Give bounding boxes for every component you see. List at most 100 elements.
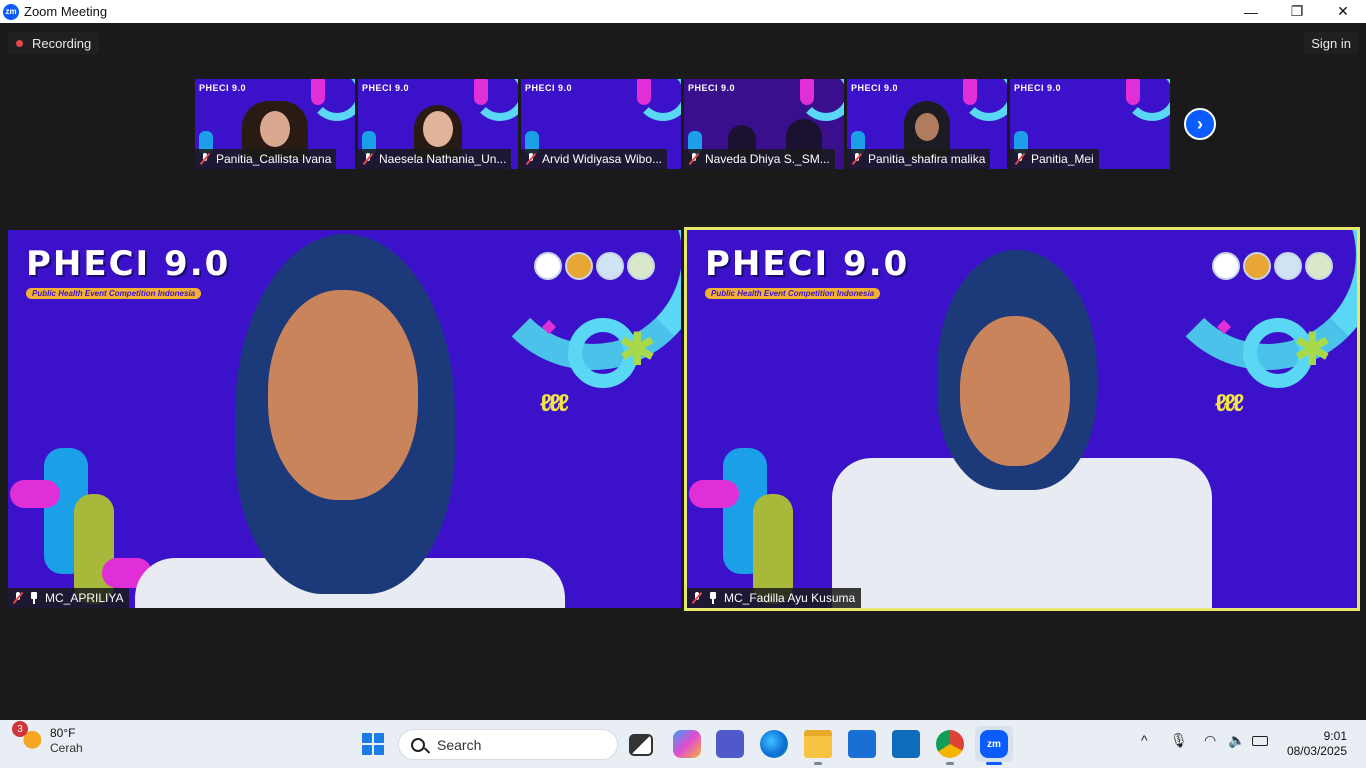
battery-icon[interactable] <box>1252 736 1268 746</box>
clock-date: 08/03/2025 <box>1286 744 1347 758</box>
taskbar-clock[interactable]: 9:01 08/03/2025 <box>1287 729 1347 759</box>
chevron-right-icon[interactable]: › <box>1184 108 1216 140</box>
participant-name-tag: MC_APRILIYA <box>8 588 130 608</box>
background-decoration <box>309 79 355 121</box>
weather-widget[interactable]: 3 80°F Cerah <box>12 721 83 756</box>
microsoft-store-icon[interactable] <box>848 730 876 758</box>
background-decoration: ✱ <box>1293 323 1332 375</box>
participant-name-tag: Naveda Dhiya S._SM... <box>684 149 835 169</box>
sign-in-button[interactable]: Sign in <box>1304 32 1358 54</box>
windows-start-icon[interactable] <box>362 733 384 755</box>
participant-name: Naesela Nathania_Un... <box>379 152 507 166</box>
running-indicator <box>946 762 954 765</box>
pheci-logo: PHECI 9.0 <box>1014 83 1062 93</box>
chrome-browser-icon[interactable] <box>936 730 964 758</box>
zoom-taskbar-icon[interactable]: zm <box>980 730 1008 758</box>
participant-thumbnail[interactable]: PHECI 9.0 Panitia_Mei <box>1010 79 1170 169</box>
edge-browser-icon[interactable] <box>760 730 788 758</box>
windows-taskbar: 3 80°F Cerah Search zm ^ 🎙 ◠ 🔈 9:01 08/0… <box>0 720 1366 768</box>
mic-muted-icon <box>688 153 700 165</box>
background-decoration: ℓℓℓ <box>540 390 569 417</box>
background-decoration <box>472 79 518 121</box>
pheci-logo: PHECI 9.0 <box>525 83 573 93</box>
mic-muted-icon <box>851 153 863 165</box>
window-controls: — ❐ ✕ <box>1228 0 1366 23</box>
window-title: Zoom Meeting <box>24 4 108 19</box>
recording-dot-icon <box>16 39 23 47</box>
mic-muted-icon <box>362 153 374 165</box>
notification-badge: 3 <box>12 721 28 737</box>
participant-face <box>960 316 1070 466</box>
weather-cloud-sun-icon: 3 <box>12 721 42 753</box>
outlook-icon[interactable] <box>892 730 920 758</box>
running-indicator <box>986 762 1002 765</box>
running-indicator <box>814 762 822 765</box>
copilot-icon[interactable] <box>673 730 701 758</box>
participant-face <box>915 113 939 141</box>
participant-name-tag: Naesela Nathania_Un... <box>358 149 512 169</box>
mic-muted-icon <box>12 592 24 604</box>
microphone-location-icon[interactable]: 🎙 <box>1170 732 1188 749</box>
background-decoration <box>961 79 1007 121</box>
participant-name: MC_Fadilla Ayu Kusuma <box>724 591 856 605</box>
weather-temperature: 80°F <box>50 726 76 740</box>
weather-condition: Cerah <box>50 741 83 755</box>
participant-video <box>134 230 565 608</box>
clock-time: 9:01 <box>1323 729 1347 743</box>
task-view-icon[interactable] <box>629 734 653 756</box>
weather-text: 80°F Cerah <box>50 726 83 756</box>
main-video-tile[interactable]: PHECI 9.0 Public Health Event Competitio… <box>8 230 681 608</box>
pheci-logo: PHECI 9.0 <box>199 83 247 93</box>
participant-name: Naveda Dhiya S._SM... <box>705 152 830 166</box>
participant-face <box>423 111 453 147</box>
search-placeholder: Search <box>437 736 482 753</box>
participant-name: Panitia_Callista Ivana <box>216 152 332 166</box>
main-video-tile-active-speaker[interactable]: PHECI 9.0 Public Health Event Competitio… <box>684 227 1360 611</box>
participant-thumbnail[interactable]: PHECI 9.0 Panitia_shafira malika <box>847 79 1007 169</box>
pheci-logo: PHECI 9.0 <box>688 83 736 93</box>
taskbar-search-box[interactable]: Search <box>398 729 618 760</box>
recording-indicator[interactable]: Recording <box>8 32 100 54</box>
search-icon <box>411 737 425 752</box>
volume-muted-icon[interactable]: 🔈 <box>1228 732 1245 749</box>
pin-icon <box>708 592 718 604</box>
teams-icon[interactable] <box>716 730 744 758</box>
maximize-button[interactable]: ❐ <box>1274 0 1320 23</box>
participant-name-tag: MC_Fadilla Ayu Kusuma <box>687 588 862 608</box>
participant-name: MC_APRILIYA <box>45 591 124 605</box>
pin-icon <box>29 592 39 604</box>
mic-muted-icon <box>691 592 703 604</box>
window-titlebar: zm Zoom Meeting — ❐ ✕ <box>0 0 1366 23</box>
file-explorer-icon[interactable] <box>804 730 832 758</box>
participant-name-tag: Panitia_Mei <box>1010 149 1099 169</box>
pheci-logo: PHECI 9.0 <box>851 83 899 93</box>
background-decoration: ✱ <box>618 323 657 375</box>
minimize-button[interactable]: — <box>1228 0 1274 23</box>
mic-muted-icon <box>1014 153 1026 165</box>
participant-thumbnail[interactable]: PHECI 9.0 Arvid Widiyasa Wibo... <box>521 79 681 169</box>
participant-thumbnail[interactable]: PHECI 9.0 Panitia_Callista Ivana <box>195 79 355 169</box>
participant-name: Arvid Widiyasa Wibo... <box>542 152 663 166</box>
participant-name: Panitia_shafira malika <box>868 152 986 166</box>
pheci-logo: PHECI 9.0 <box>362 83 410 93</box>
participant-thumbnail[interactable]: PHECI 9.0 Naveda Dhiya S._SM... <box>684 79 844 169</box>
participant-name-tag: Panitia_shafira malika <box>847 149 991 169</box>
zoom-app-icon: zm <box>3 3 19 20</box>
background-decoration <box>635 79 681 121</box>
participant-thumbnail[interactable]: PHECI 9.0 Naesela Nathania_Un... <box>358 79 518 169</box>
background-decoration <box>10 480 60 508</box>
background-decoration <box>798 79 844 121</box>
participant-face <box>260 111 290 147</box>
participant-video <box>812 238 1232 608</box>
background-decoration <box>1124 79 1170 121</box>
tray-overflow-chevron-icon[interactable]: ^ <box>1141 732 1148 748</box>
recording-label: Recording <box>32 35 92 51</box>
participant-thumbnail-strip: PHECI 9.0 Panitia_Callista Ivana PHECI 9… <box>195 79 1170 169</box>
wifi-icon[interactable]: ◠ <box>1204 732 1216 749</box>
close-button[interactable]: ✕ <box>1320 0 1366 23</box>
mic-muted-icon <box>525 153 537 165</box>
participant-name-tag: Panitia_Callista Ivana <box>195 149 337 169</box>
mic-muted-icon <box>199 153 211 165</box>
participant-name: Panitia_Mei <box>1031 152 1094 166</box>
participant-face <box>267 290 418 500</box>
